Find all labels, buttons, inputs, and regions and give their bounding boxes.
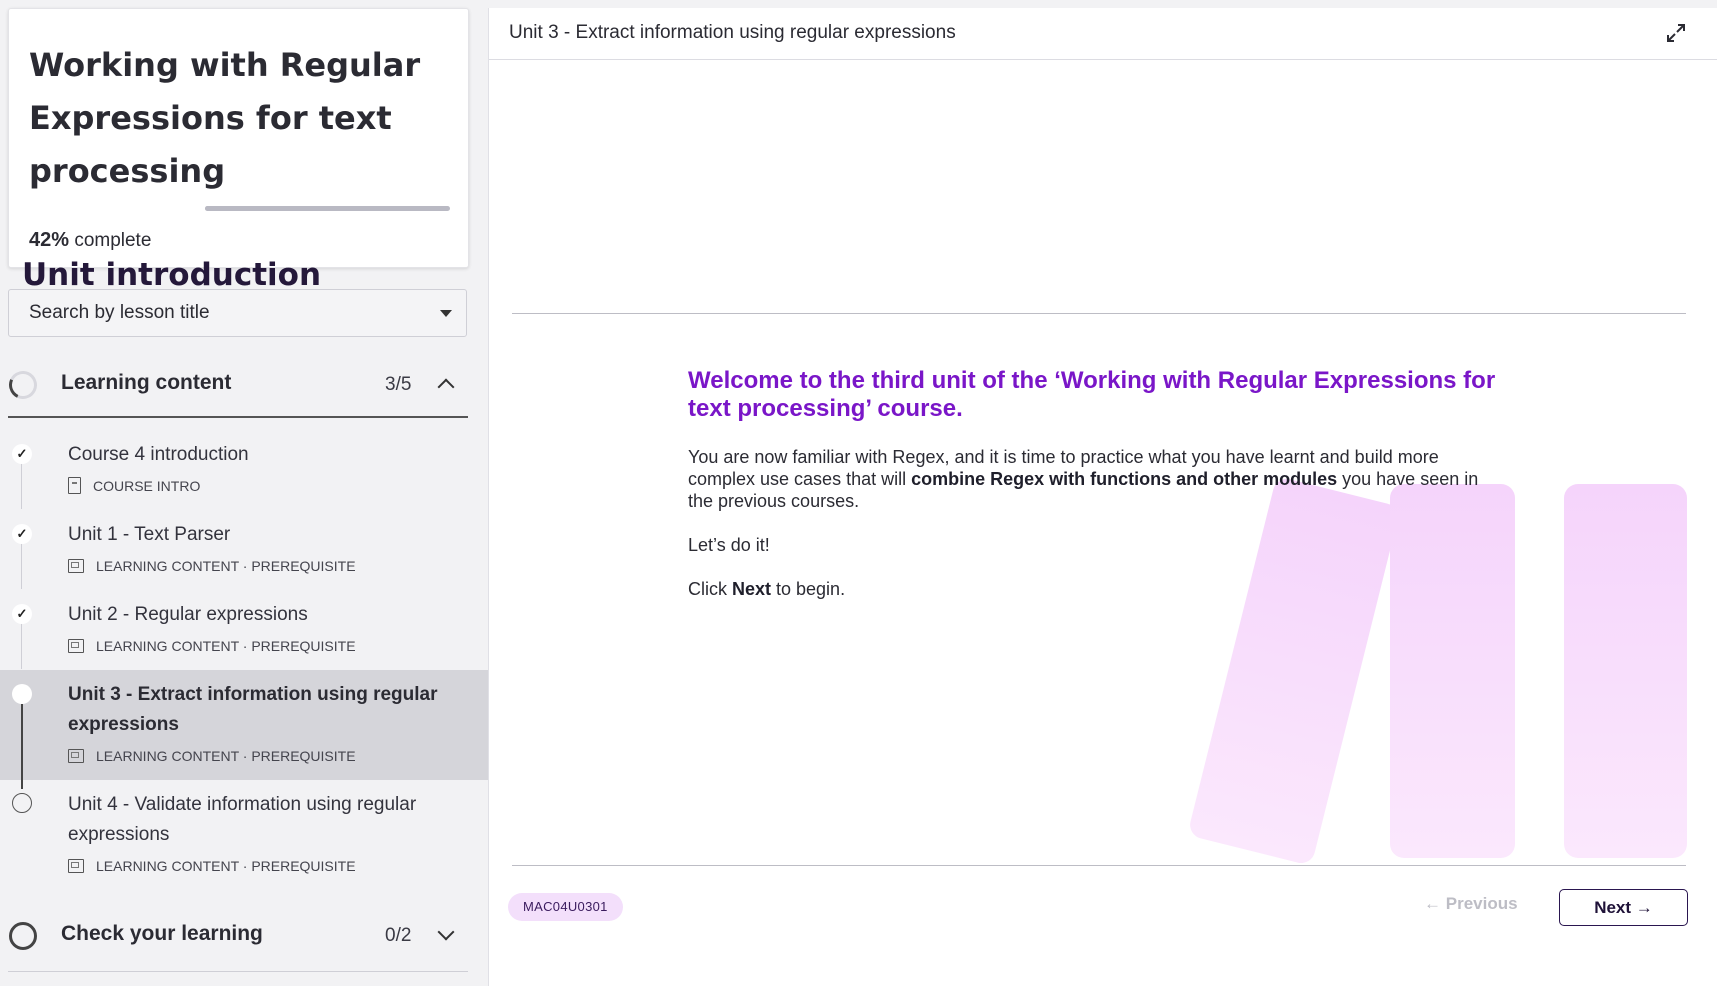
lesson-search-input[interactable] [8,289,467,337]
section-check-your-learning[interactable]: Check your learning 0/2 [0,908,488,968]
section-learning-content[interactable]: Learning content 3/5 [0,357,488,417]
lesson-meta: LEARNING CONTENT · PREREQUISITE [68,638,356,654]
arrow-left-icon: ← [1424,894,1441,913]
expand-icon[interactable] [1665,22,1687,44]
welcome-text: Welcome to the third unit of the ‘Workin… [688,367,1496,422]
next-button[interactable]: Next → [1559,889,1688,926]
lesson-title: Unit 1 - Text Parser [68,524,231,545]
intro-paragraph: You are now familiar with Regex, and it … [688,446,1488,512]
lesson-item[interactable]: ✓ Unit 2 - Regular expressions LEARNING … [0,590,488,670]
lesson-meta-text: LEARNING CONTENT · PREREQUISITE [96,748,356,764]
lesson-title: Course 4 introduction [68,444,249,465]
course-progress-bar [205,206,450,211]
lesson-meta: COURSE INTRO [68,477,200,494]
slides-icon [68,859,84,873]
lesson-header-title: Unit 3 - Extract information using regul… [509,22,956,43]
progress-label: 42% complete [29,229,151,252]
timeline-rail-active [21,704,23,786]
chevron-down-icon[interactable] [440,310,452,317]
lesson-meta-text: LEARNING CONTENT · PREREQUISITE [96,858,356,874]
slides-icon [68,639,84,653]
intro-paragraph: Let’s do it! [688,535,770,555]
lesson-title: Unit 3 - Extract information using regul… [68,684,438,735]
section-count: 0/2 [385,925,412,946]
text-run-bold: Next [732,579,772,599]
chevron-up-icon[interactable] [437,378,455,396]
course-progress-fill [205,206,308,211]
progress-percent: 42% [29,229,70,251]
slides-icon [68,559,84,573]
chevron-down-icon[interactable] [437,923,455,941]
lesson-item[interactable]: Unit 4 - Validate information using regu… [0,780,488,890]
lesson-item[interactable]: ✓ Course 4 introduction COURSE INTRO [0,430,488,510]
lesson-meta-text: LEARNING CONTENT · PREREQUISITE [96,558,356,574]
decorative-bar [1564,484,1687,858]
current-lesson-dot-icon [12,684,32,704]
check-icon: ✓ [12,604,32,624]
intro-paragraph: Click Next to begin. [688,578,1488,600]
text-run-bold: combine Regex with functions and other m… [911,469,1338,489]
lesson-meta: LEARNING CONTENT · PREREQUISITE [68,858,356,874]
lesson-item-active[interactable]: Unit 3 - Extract information using regul… [0,670,488,780]
document-icon [68,477,81,494]
lesson-header: Unit 3 - Extract information using regul… [489,8,1717,60]
section-label: Check your learning [61,922,263,945]
lesson-item[interactable]: ✓ Unit 1 - Text Parser LEARNING CONTENT … [0,510,488,590]
progress-suffix: complete [74,230,152,251]
lesson-meta: LEARNING CONTENT · PREREQUISITE [68,558,356,574]
course-title: Working with Regular Expressions for tex… [29,46,421,190]
text-run: Click [688,579,732,599]
lesson-meta: LEARNING CONTENT · PREREQUISITE [68,748,356,764]
intro-body: You are now familiar with Regex, and it … [688,446,1488,622]
slides-icon [68,749,84,763]
next-label: Next [1594,897,1632,917]
check-icon: ✓ [12,444,32,464]
lesson-title: Unit 4 - Validate information using regu… [68,794,417,845]
lesson-meta-text: COURSE INTRO [93,477,201,494]
empty-circle-icon [12,793,32,813]
lesson-title: Unit 2 - Regular expressions [68,604,308,625]
unit-heading: Unit introduction [22,257,322,293]
course-summary-card: Working with Regular Expressions for tex… [8,8,469,268]
heading-divider [512,313,1686,314]
footer-divider [512,865,1686,866]
arrow-right-icon: → [1635,897,1653,917]
section-progress-ring-icon [9,922,37,950]
unit-code-badge: MAC04U0301 [508,893,623,921]
previous-label: Previous [1445,894,1518,913]
lesson-meta-text: LEARNING CONTENT · PREREQUISITE [96,638,356,654]
section-count: 3/5 [385,374,412,395]
section-divider [8,416,468,418]
section-progress-ring-icon [5,367,41,403]
section-label: Learning content [61,371,232,394]
section-divider [8,971,468,972]
text-run: to begin. [771,579,846,599]
previous-button[interactable]: ← Previous [1424,894,1518,914]
course-sidebar: Working with Regular Expressions for tex… [0,0,488,986]
check-icon: ✓ [12,524,32,544]
